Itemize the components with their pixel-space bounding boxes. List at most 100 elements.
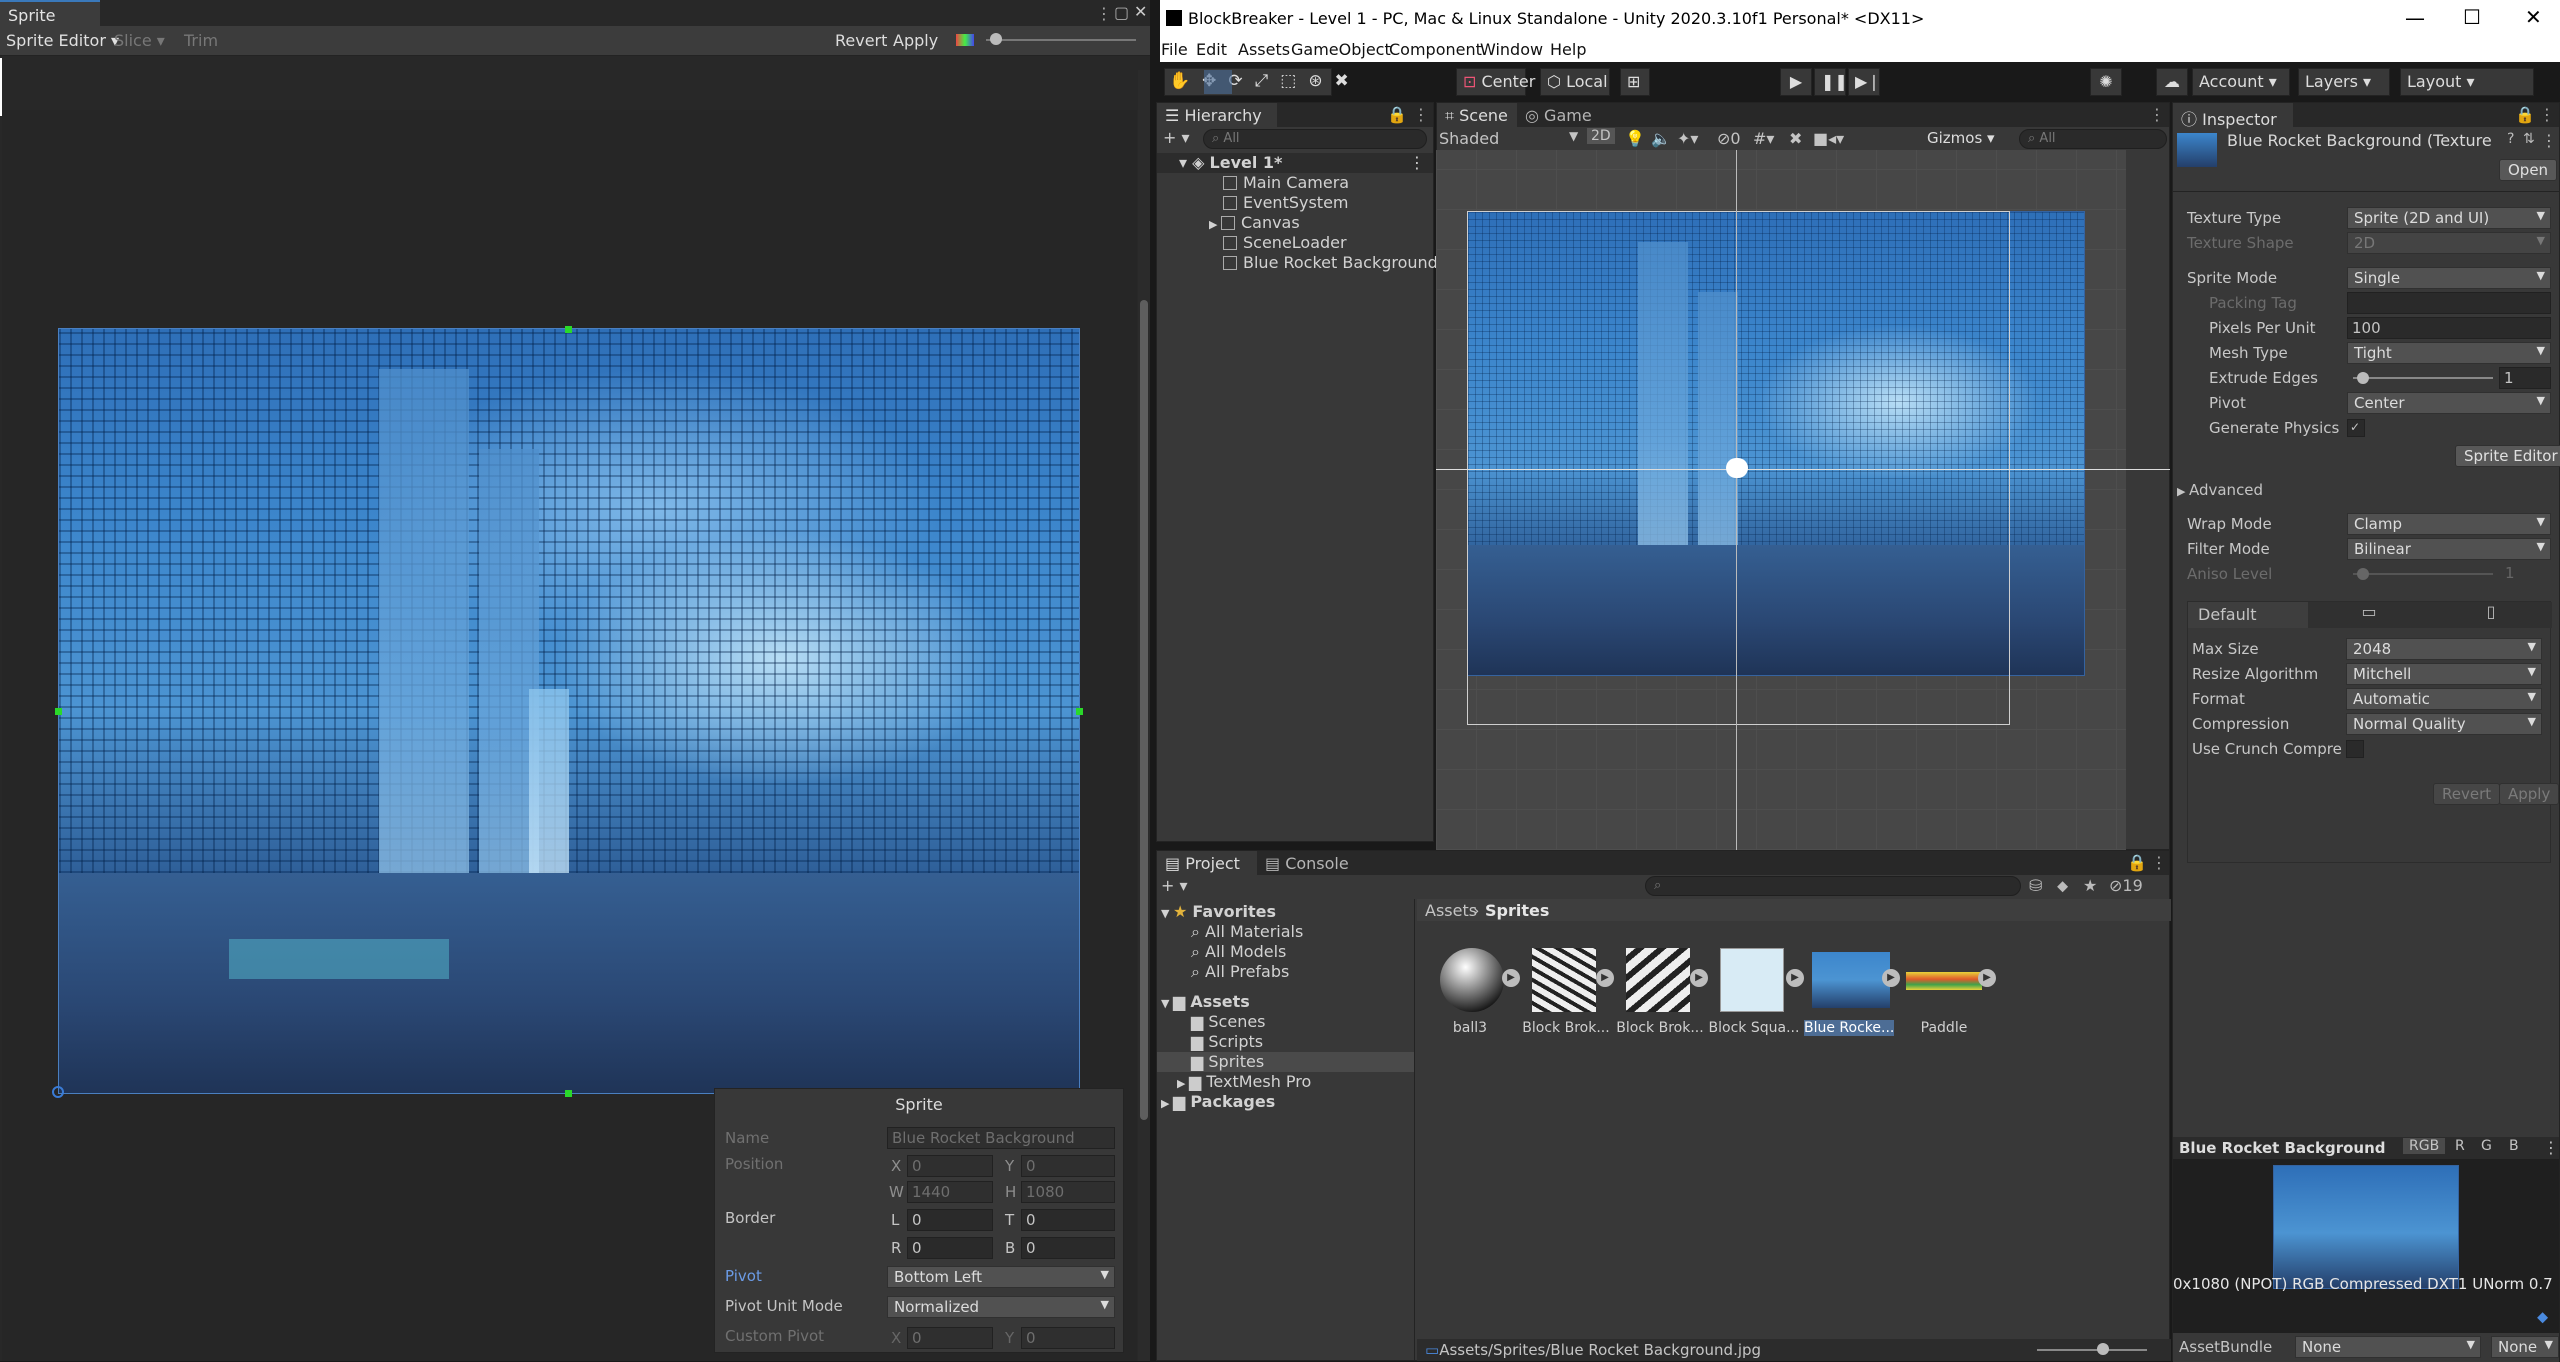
sprite-texture[interactable] (58, 328, 1080, 1094)
resize-handle-left[interactable] (55, 708, 62, 715)
menu-assets[interactable]: Assets (1238, 40, 1290, 59)
tab-console[interactable]: ▤ Console (1257, 851, 1367, 875)
step-button[interactable]: ▶❘ (1848, 68, 1881, 96)
asset-thumb-ball3[interactable] (1436, 944, 1510, 1014)
breadcrumb-sprites[interactable]: Sprites (1485, 901, 1549, 920)
favorite-item[interactable]: ⌕ All Materials (1157, 922, 1414, 942)
folder-item[interactable]: ▆ Scripts (1157, 1032, 1414, 1052)
tab-hierarchy[interactable]: ☰ Hierarchy (1157, 103, 1277, 127)
favorite-item[interactable]: ⌕ All Models (1157, 942, 1414, 962)
layers-dropdown[interactable]: Layers ▾ (2298, 68, 2390, 96)
asset-thumb-blue-rocket[interactable] (1810, 944, 1890, 1014)
account-dropdown[interactable]: Account ▾ (2192, 68, 2290, 96)
hierarchy-item[interactable]: Blue Rocket Background (1157, 253, 1438, 273)
layout-dropdown[interactable]: Layout ▾ (2400, 68, 2534, 96)
effects-icon[interactable]: ✦▾ (1677, 129, 1698, 148)
kebab-icon[interactable]: ⋮ (2541, 131, 2557, 150)
snap-icon[interactable]: ⊞ (1620, 68, 1650, 96)
revert-button[interactable]: Revert (835, 31, 887, 50)
label-tag-icon[interactable]: ⬥ (2537, 1307, 2548, 1327)
scene-row[interactable]: ▾ ◈ Level 1* ⋮ (1157, 153, 1433, 173)
pivot-dropdown[interactable]: Bottom Left ▼ (887, 1266, 1115, 1288)
cloud-icon[interactable]: ☁ (2156, 68, 2188, 96)
kebab-icon[interactable]: ⋮ (1413, 105, 1429, 124)
expand-icon[interactable]: ▶ (1882, 969, 1900, 987)
channel-rgb[interactable]: RGB (2403, 1138, 2446, 1154)
format-dropdown[interactable]: Automatic ▼ (2346, 688, 2542, 710)
resize-algorithm-dropdown[interactable]: Mitchell ▼ (2346, 663, 2542, 685)
border-r-field[interactable]: 0 (907, 1237, 993, 1259)
extrude-slider[interactable] (2353, 377, 2493, 379)
asset-name[interactable]: Paddle (1896, 1020, 1992, 1036)
menu-edit[interactable]: Edit (1196, 40, 1227, 59)
packing-tag-field[interactable] (2347, 292, 2551, 314)
audio-icon[interactable]: 🔈 (1651, 129, 1671, 148)
resize-handle-top[interactable] (565, 326, 572, 333)
asset-name[interactable]: Block Squa... (1706, 1020, 1802, 1036)
lock-icon[interactable]: 🔒 (1387, 105, 1407, 124)
variant-dropdown[interactable]: None ▼ (2491, 1336, 2559, 1358)
hidden-objects-icon[interactable]: ⊘0 (1717, 129, 1741, 148)
close-icon[interactable]: ✕ (1134, 2, 1147, 21)
kebab-icon[interactable]: ⋮ (1096, 4, 1112, 23)
color-channel-icon[interactable] (956, 34, 974, 46)
favorite-star-icon[interactable]: ★ (2083, 876, 2097, 895)
add-button[interactable]: + ▾ (1163, 128, 1190, 147)
inspector-revert-button[interactable]: Revert (2433, 783, 2501, 805)
kebab-icon[interactable]: ⋮ (2149, 105, 2165, 124)
expand-icon[interactable]: ▶ (1596, 969, 1614, 987)
wrap-mode-dropdown[interactable]: Clamp ▼ (2347, 513, 2551, 535)
crunch-checkbox[interactable] (2346, 740, 2364, 758)
scene-search[interactable]: ⌕ All (2019, 129, 2167, 149)
icon-size-slider[interactable] (2037, 1349, 2147, 1351)
scrollbar-thumb[interactable] (1140, 300, 1148, 1120)
icon-size-slider-handle[interactable] (2097, 1343, 2109, 1355)
kebab-icon[interactable]: ⋮ (2543, 1138, 2559, 1157)
apply-button[interactable]: Apply (893, 31, 938, 50)
favorite-item[interactable]: ⌕ All Prefabs (1157, 962, 1414, 982)
open-button[interactable]: Open (2499, 159, 2558, 181)
tools-icon[interactable]: ✖ (1789, 129, 1802, 148)
gizmos-dropdown[interactable]: Gizmos ▾ (1927, 129, 1995, 147)
mobile-icon[interactable]: ▯ (2430, 602, 2552, 628)
hidden-packages-count[interactable]: ⊘19 (2109, 876, 2143, 895)
expand-icon[interactable]: ▶ (1978, 969, 1996, 987)
compression-dropdown[interactable]: Normal Quality ▼ (2346, 713, 2542, 735)
sprite-editor-tab[interactable]: Sprite Editor (0, 0, 100, 44)
kebab-icon[interactable]: ⋮ (2151, 853, 2167, 872)
channel-r[interactable]: R (2449, 1138, 2471, 1154)
border-b-field[interactable]: 0 (1021, 1237, 1115, 1259)
create-button[interactable]: + ▾ (1161, 876, 1188, 895)
lighting-icon[interactable]: 💡 (1625, 129, 1645, 148)
max-size-dropdown[interactable]: 2048 ▼ (2346, 638, 2542, 660)
asset-name[interactable]: ball3 (1422, 1020, 1518, 1036)
project-search[interactable]: ⌕ (1645, 876, 2021, 896)
grid-icon[interactable]: #▾ (1753, 129, 1774, 148)
generate-physics-checkbox[interactable]: ✓ (2347, 419, 2365, 437)
resize-handle-bottom[interactable] (565, 1090, 572, 1097)
assetbundle-dropdown[interactable]: None ▼ (2295, 1336, 2481, 1358)
packages-row[interactable]: ▶ ▆ Packages (1157, 1092, 1414, 1112)
texture-type-dropdown[interactable]: Sprite (2D and UI) ▼ (2347, 207, 2551, 229)
menu-gameobject[interactable]: GameObject (1291, 40, 1391, 59)
help-icon[interactable]: ? (2507, 131, 2514, 147)
hierarchy-item[interactable]: Main Camera (1157, 173, 1433, 193)
resize-handle-right[interactable] (1076, 708, 1083, 715)
move-tool-active[interactable] (1204, 70, 1232, 94)
pivot-center-toggle[interactable]: ⊡ Center (1456, 68, 1535, 96)
expand-icon[interactable]: ▶ (1690, 969, 1708, 987)
transform-tools[interactable]: ✋✥⟳⤢⬚⊛✖ (1164, 68, 1349, 96)
folder-item[interactable]: ▶ ▆ TextMesh Pro (1157, 1072, 1414, 1092)
asset-thumb-block-square[interactable] (1716, 944, 1790, 1014)
border-t-field[interactable]: 0 (1021, 1209, 1115, 1231)
menu-help[interactable]: Help (1550, 40, 1586, 59)
extrude-slider-handle[interactable] (2357, 372, 2369, 384)
zoom-slider[interactable] (986, 39, 1136, 41)
filter-mode-dropdown[interactable]: Bilinear ▼ (2347, 538, 2551, 560)
asset-thumb-block-broken-1[interactable] (1528, 944, 1602, 1014)
sprite-mode-dropdown[interactable]: Single ▼ (2347, 267, 2551, 289)
menu-window[interactable]: Window (1480, 40, 1543, 59)
shading-dropdown[interactable]: Shaded (1439, 129, 1499, 148)
filter-type-icon[interactable]: ⛁ (2029, 876, 2042, 895)
pivot-handle[interactable] (52, 1086, 64, 1098)
